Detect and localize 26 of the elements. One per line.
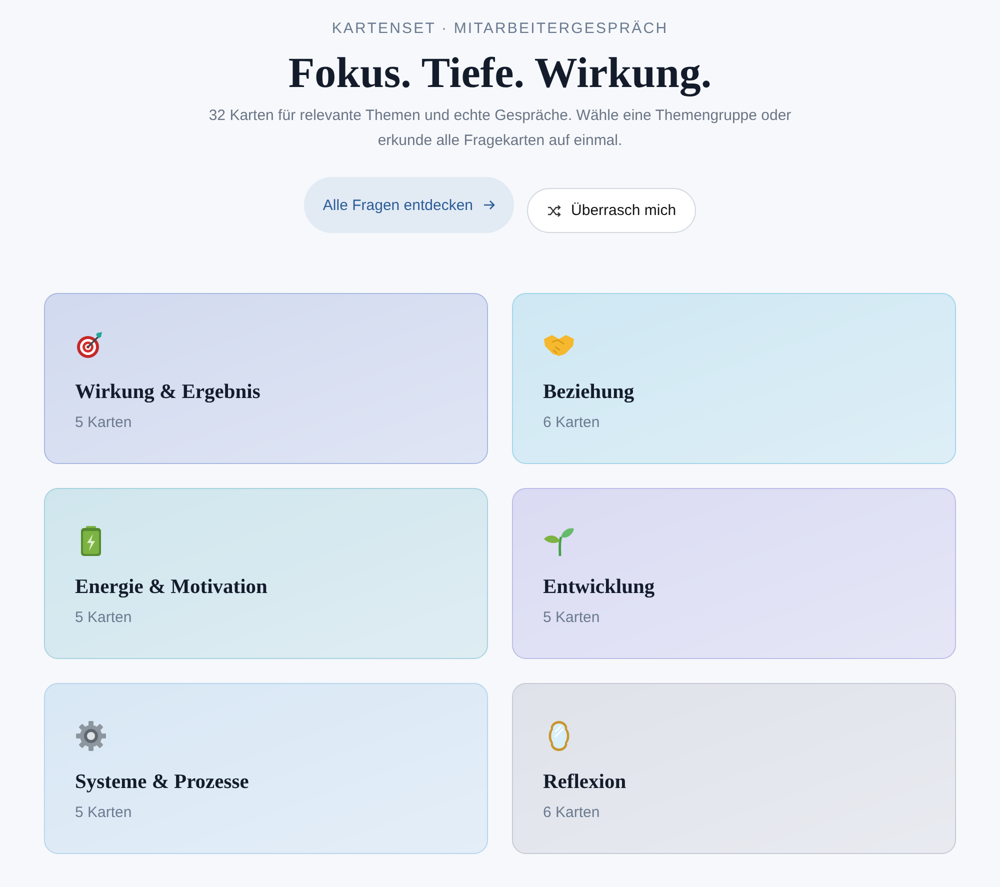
topic-card[interactable]: Entwicklung 5 Karten [512,488,956,659]
card-count: 6 Karten [543,803,600,823]
surprise-button[interactable]: Überrasch mich [527,188,696,233]
topic-card[interactable]: Systeme & Prozesse 5 Karten [44,683,488,854]
card-count: 5 Karten [543,608,600,628]
topic-card[interactable]: Reflexion 6 Karten [512,683,956,854]
card-count: 5 Karten [75,803,132,823]
card-count: 6 Karten [543,413,600,433]
shuffle-icon [547,204,562,216]
page-title: Fokus. Tiefe. Wirkung. [288,49,712,99]
card-title: Entwicklung [543,575,655,600]
card-title: Systeme & Prozesse [75,770,249,795]
topic-card[interactable]: Beziehung 6 Karten [512,293,956,464]
gear-icon [75,720,107,752]
card-title: Reflexion [543,770,626,795]
eyebrow-label: KARTENSET · MITARBEITERGESPRÄCH [332,19,668,39]
topic-card[interactable]: Wirkung & Ergebnis 5 Karten [44,293,488,464]
arrow-right-icon [483,200,496,210]
card-title: Wirkung & Ergebnis [75,380,260,405]
intro-text: 32 Karten für relevante Themen und echte Gespräche. Wähle eine Themengruppe oder erkunde alle Fragekarten auf einmal. [208,106,792,151]
topic-card[interactable]: Energie & Motivation 5 Karten [44,488,488,659]
card-title: Beziehung [543,380,634,405]
discover-button[interactable]: Alle Fragen entdecken [304,177,514,233]
card-count: 5 Karten [75,413,132,433]
card-title: Energie & Motivation [75,575,268,600]
card-count: 5 Karten [75,608,132,628]
